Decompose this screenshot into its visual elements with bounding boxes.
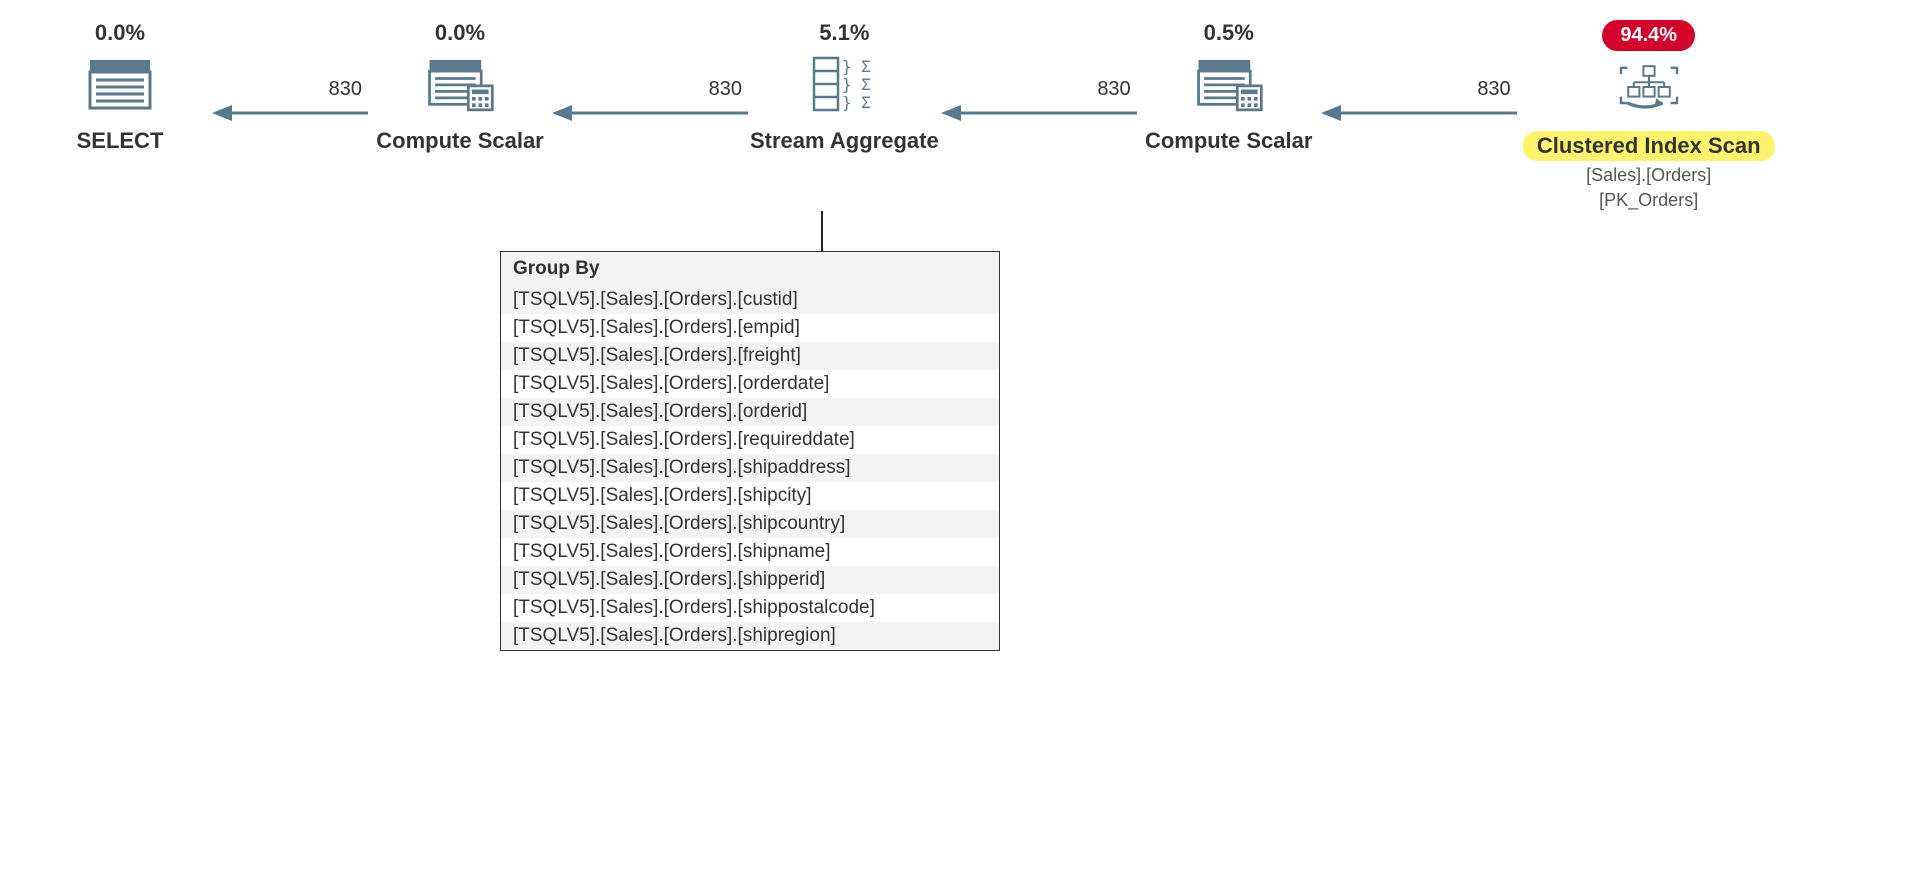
group-by-column: [TSQLV5].[Sales].[Orders].[shipregion] [501,622,999,650]
group-by-column: [TSQLV5].[Sales].[Orders].[empid] [501,314,999,342]
group-by-detail: Group By [TSQLV5].[Sales].[Orders].[cust… [500,251,1000,651]
group-by-column: [TSQLV5].[Sales].[Orders].[freight] [501,342,999,370]
cost-label: 0.0% [435,20,485,46]
group-by-column: [TSQLV5].[Sales].[Orders].[shipname] [501,538,999,566]
arrow: 830 [1319,20,1519,123]
plan-node-select[interactable]: 0.0% SELECT [30,20,210,154]
node-label: SELECT [77,128,164,154]
group-by-column: [TSQLV5].[Sales].[Orders].[requireddate] [501,426,999,454]
row-count: 830 [1477,78,1510,101]
plan-node-compute-scalar-1[interactable]: 0.0% Compute Scalar [370,20,550,154]
cost-label: 5.1% [819,20,869,46]
execution-plan-row: 0.0% SELECT 830 0.0% [30,20,1892,211]
svg-text:} Σ: } Σ [842,57,871,76]
group-by-column: [TSQLV5].[Sales].[Orders].[shipcity] [501,482,999,510]
arrow: 830 [550,20,750,123]
stream-aggregate-icon: } Σ } Σ } Σ [808,54,880,114]
svg-text:} Σ: } Σ [842,75,871,94]
node-label: Stream Aggregate [750,128,939,154]
arrow-left-icon [210,103,370,123]
group-by-column: [TSQLV5].[Sales].[Orders].[orderdate] [501,370,999,398]
arrow: 830 [939,20,1139,123]
svg-text:} Σ: } Σ [842,93,871,112]
arrow: 830 [210,20,370,123]
group-by-column: [TSQLV5].[Sales].[Orders].[shipcountry] [501,510,999,538]
select-icon [84,54,156,114]
group-by-column: [TSQLV5].[Sales].[Orders].[shipperid] [501,566,999,594]
cost-label: 0.0% [95,20,145,46]
node-label: Compute Scalar [1145,128,1313,154]
row-count: 830 [709,78,742,101]
cost-label: 0.5% [1204,20,1254,46]
arrow-left-icon [550,103,750,123]
detail-header: Group By [501,252,999,286]
row-count: 830 [329,78,362,101]
group-by-column: [TSQLV5].[Sales].[Orders].[custid] [501,286,999,314]
group-by-column: [TSQLV5].[Sales].[Orders].[orderid] [501,398,999,426]
node-label: Clustered Index Scan [1523,131,1775,161]
plan-node-compute-scalar-2[interactable]: 0.5% Compute Scalar [1139,20,1319,154]
clustered-index-scan-icon [1613,57,1685,117]
arrow-left-icon [1319,103,1519,123]
group-by-column: [TSQLV5].[Sales].[Orders].[shippostalcod… [501,594,999,622]
cost-badge: 94.4% [1602,20,1695,51]
index-name: [PK_Orders] [1599,190,1698,211]
plan-node-stream-aggregate[interactable]: 5.1% } Σ } Σ } Σ Stream Aggregate [750,20,939,154]
compute-scalar-icon [424,54,496,114]
group-by-column: [TSQLV5].[Sales].[Orders].[shipaddress] [501,454,999,482]
connector-line [30,211,1530,251]
node-label: Compute Scalar [376,128,544,154]
compute-scalar-icon [1193,54,1265,114]
object-name: [Sales].[Orders] [1586,165,1711,186]
plan-node-clustered-index-scan[interactable]: 94.4% Clustered Index Scan [Sales].[Orde… [1519,20,1779,211]
row-count: 830 [1097,78,1130,101]
arrow-left-icon [939,103,1139,123]
